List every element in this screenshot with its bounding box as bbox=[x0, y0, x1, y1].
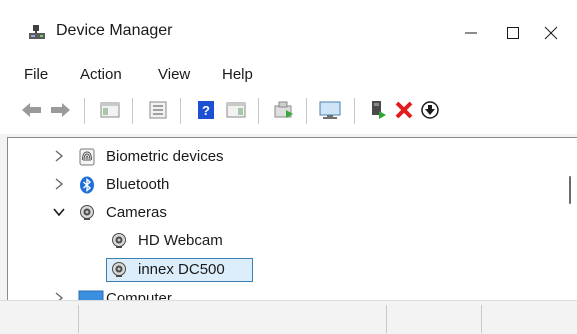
webcam-icon bbox=[112, 233, 126, 248]
minimize-button[interactable] bbox=[448, 16, 494, 50]
chevron-right-icon[interactable] bbox=[52, 177, 66, 191]
tree-node-computer[interactable]: Computer bbox=[8, 285, 577, 301]
chevron-down-icon[interactable] bbox=[52, 205, 66, 219]
disable-device-icon bbox=[421, 101, 439, 119]
svg-text:?: ? bbox=[202, 103, 210, 118]
scan-hardware-icon bbox=[319, 101, 341, 119]
toolbar-separator bbox=[132, 98, 133, 124]
uninstall-device-button[interactable] bbox=[392, 98, 416, 122]
tree-node-biometric-devices[interactable]: Biometric devices bbox=[8, 143, 577, 171]
menu-help[interactable]: Help bbox=[222, 66, 253, 83]
device-manager-app-icon bbox=[28, 24, 46, 42]
toolbar-separator bbox=[258, 98, 259, 124]
add-legacy-hardware-button[interactable] bbox=[366, 98, 390, 122]
status-pane-divider bbox=[78, 305, 79, 333]
tree-node-label: innex DC500 bbox=[138, 261, 225, 278]
tree-node-bluetooth[interactable]: Bluetooth bbox=[8, 171, 577, 199]
title-bar: Device Manager bbox=[0, 0, 577, 58]
properties-button[interactable] bbox=[146, 98, 170, 122]
back-button[interactable] bbox=[20, 98, 44, 122]
maximize-icon bbox=[507, 27, 519, 39]
window-title: Device Manager bbox=[56, 22, 173, 39]
close-icon bbox=[544, 26, 558, 40]
bluetooth-icon bbox=[80, 176, 94, 194]
properties-icon bbox=[149, 101, 167, 119]
fingerprint-icon bbox=[79, 148, 95, 166]
show-hide-console-tree-icon bbox=[100, 102, 120, 118]
tree-node-cameras[interactable]: Cameras bbox=[8, 199, 577, 227]
disable-device-button[interactable] bbox=[418, 98, 442, 122]
uninstall-device-icon bbox=[395, 101, 413, 119]
update-driver-icon bbox=[274, 101, 293, 118]
scrollbar-thumb[interactable] bbox=[569, 176, 571, 204]
menu-file[interactable]: File bbox=[24, 66, 48, 83]
status-bar bbox=[0, 300, 577, 334]
scan-hardware-button[interactable] bbox=[318, 98, 342, 122]
tree-node-label: Biometric devices bbox=[106, 148, 224, 165]
device-tree[interactable]: Biometric devices Bluetooth Cameras HD W… bbox=[7, 137, 577, 301]
update-driver-button[interactable] bbox=[272, 98, 296, 122]
tree-node-innex-dc500[interactable]: innex DC500 bbox=[8, 256, 577, 284]
tree-node-label: HD Webcam bbox=[138, 232, 223, 249]
menu-action[interactable]: Action bbox=[80, 66, 122, 83]
menu-bar: File Action View Help bbox=[0, 58, 577, 88]
toolbar-separator bbox=[306, 98, 307, 124]
tree-node-label: Bluetooth bbox=[106, 176, 170, 193]
toolbar-separator bbox=[84, 98, 85, 124]
device-manager-window: Device Manager File Action View Help ? B… bbox=[0, 0, 577, 334]
close-button[interactable] bbox=[528, 16, 574, 50]
show-action-pane-button[interactable] bbox=[224, 98, 248, 122]
tree-node-label: Cameras bbox=[106, 204, 167, 221]
status-pane-divider bbox=[386, 305, 387, 333]
help-icon: ? bbox=[198, 101, 214, 119]
status-pane-divider bbox=[481, 305, 482, 333]
toolbar-separator bbox=[354, 98, 355, 124]
vertical-scrollbar[interactable] bbox=[562, 138, 577, 301]
show-hide-console-tree-button[interactable] bbox=[98, 98, 122, 122]
tree-node-hd-webcam[interactable]: HD Webcam bbox=[8, 227, 577, 255]
webcam-icon bbox=[112, 262, 126, 277]
toolbar: ? bbox=[0, 88, 577, 134]
toolbar-separator bbox=[180, 98, 181, 124]
chevron-right-icon[interactable] bbox=[52, 149, 66, 163]
back-arrow-icon bbox=[22, 103, 41, 117]
add-legacy-hardware-icon bbox=[372, 101, 386, 119]
menu-view[interactable]: View bbox=[158, 66, 190, 83]
forward-arrow-icon bbox=[51, 103, 70, 117]
forward-button[interactable] bbox=[48, 98, 72, 122]
camera-icon bbox=[80, 205, 94, 220]
minimize-icon bbox=[465, 32, 477, 34]
help-button[interactable]: ? bbox=[194, 98, 218, 122]
show-action-pane-icon bbox=[226, 102, 246, 118]
